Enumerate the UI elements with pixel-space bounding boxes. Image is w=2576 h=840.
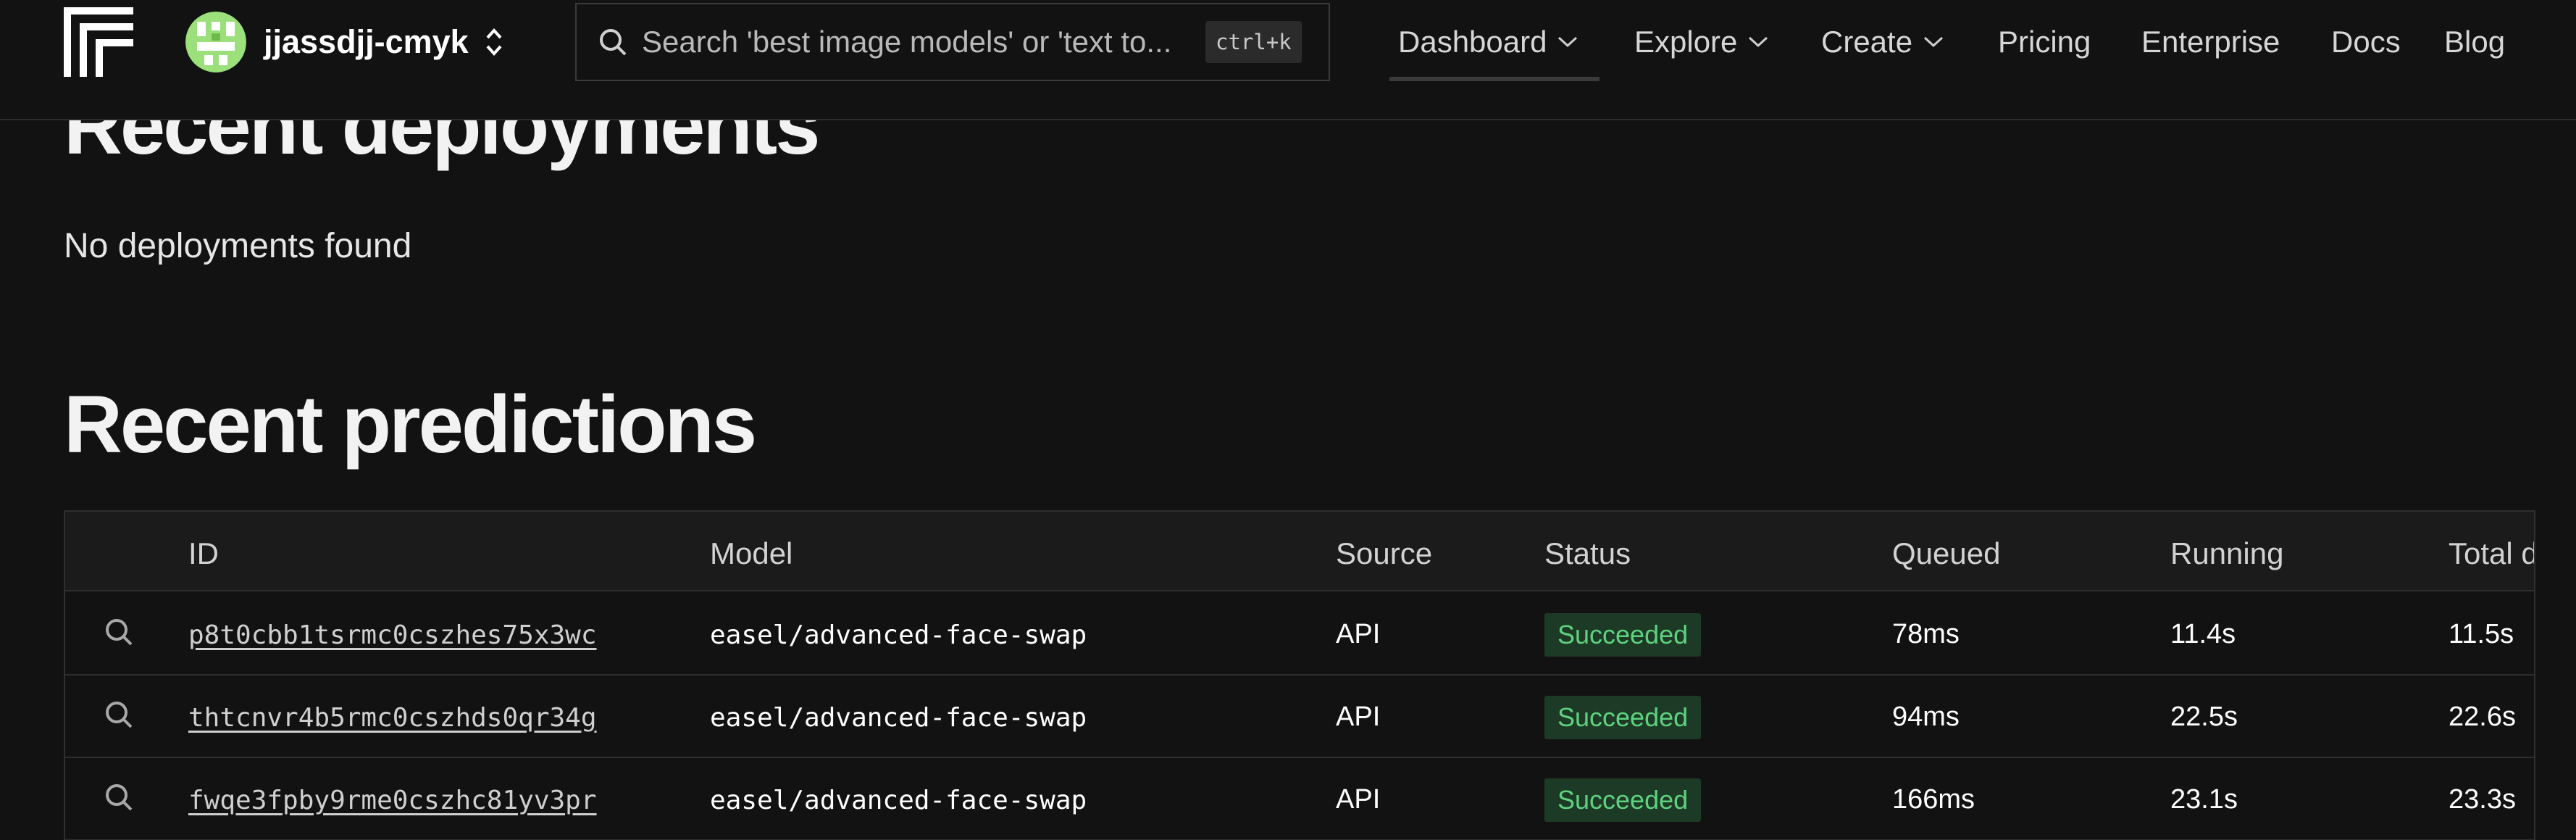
nav-pricing[interactable]: Pricing <box>1998 0 2091 84</box>
nav-create[interactable]: Create <box>1821 0 1944 84</box>
prediction-total: 11.5s <box>2449 619 2514 649</box>
top-navigation-bar: jjassdjj-cmyk ctrl+k Dashboard Explore C… <box>0 0 2576 120</box>
search-box[interactable]: ctrl+k <box>575 3 1330 81</box>
column-header-source[interactable]: Source <box>1336 536 1432 571</box>
nav-dashboard[interactable]: Dashboard <box>1398 0 1578 84</box>
prediction-model: easel/advanced-face-swap <box>710 620 1087 650</box>
table-header: ID Model Source Status Queued Running To… <box>65 512 2534 591</box>
account-name: jjassdjj-cmyk <box>264 23 469 60</box>
chevron-down-icon <box>1924 36 1944 48</box>
prediction-running: 11.4s <box>2170 619 2236 649</box>
status-badge: Succeeded <box>1544 778 1702 822</box>
prediction-source: API <box>1336 619 1381 649</box>
prediction-model: easel/advanced-face-swap <box>710 786 1087 815</box>
chevron-down-icon <box>1749 36 1768 48</box>
column-header-status[interactable]: Status <box>1544 536 1631 571</box>
status-badge: Succeeded <box>1544 613 1702 657</box>
column-header-total[interactable]: Total d <box>2449 536 2534 571</box>
prediction-total: 22.6s <box>2449 702 2516 732</box>
deployments-empty-message: No deployments found <box>64 227 412 265</box>
recent-predictions-heading: Recent predictions <box>64 379 757 470</box>
nav-blog[interactable]: Blog <box>2444 0 2505 84</box>
column-header-id[interactable]: ID <box>188 536 219 571</box>
chevron-up-down-icon <box>486 28 502 56</box>
prediction-id-link[interactable]: fwqe3fpby9rme0cszhc81yv3pr <box>188 786 597 815</box>
prediction-running: 22.5s <box>2170 702 2238 732</box>
table-row[interactable]: p8t0cbb1tsrmc0cszhes75x3wc easel/advance… <box>65 593 2534 675</box>
table-row[interactable]: fwqe3fpby9rme0cszhc81yv3pr easel/advance… <box>65 758 2534 840</box>
prediction-total: 23.3s <box>2449 784 2516 815</box>
active-nav-indicator <box>1389 77 1599 81</box>
prediction-queued: 94ms <box>1892 702 1960 732</box>
column-header-queued[interactable]: Queued <box>1892 536 2000 571</box>
nav-explore[interactable]: Explore <box>1634 0 1769 84</box>
nav-docs[interactable]: Docs <box>2331 0 2401 84</box>
nav-explore-label: Explore <box>1634 25 1738 59</box>
prediction-id-link[interactable]: p8t0cbb1tsrmc0cszhes75x3wc <box>188 620 597 650</box>
search-icon[interactable] <box>103 699 135 731</box>
column-header-model[interactable]: Model <box>710 536 793 571</box>
prediction-id-link[interactable]: thtcnvr4b5rmc0cszhds0qr34g <box>188 703 597 733</box>
nav-create-label: Create <box>1821 25 1913 59</box>
prediction-queued: 166ms <box>1892 784 1975 815</box>
account-switcher[interactable]: jjassdjj-cmyk <box>185 12 505 72</box>
prediction-running: 23.1s <box>2170 784 2238 815</box>
search-icon[interactable] <box>103 781 135 813</box>
status-badge: Succeeded <box>1544 696 1702 739</box>
chevron-down-icon <box>1558 36 1578 48</box>
search-icon[interactable] <box>103 616 135 648</box>
table-row[interactable]: thtcnvr4b5rmc0cszhds0qr34g easel/advance… <box>65 675 2534 758</box>
predictions-table: ID Model Source Status Queued Running To… <box>64 510 2535 840</box>
search-icon <box>600 29 627 56</box>
search-input[interactable] <box>642 25 1200 59</box>
column-header-running[interactable]: Running <box>2170 536 2283 571</box>
nav-enterprise[interactable]: Enterprise <box>2141 0 2280 84</box>
nav-dashboard-label: Dashboard <box>1398 25 1547 59</box>
search-shortcut-hint: ctrl+k <box>1205 21 1302 63</box>
prediction-source: API <box>1336 702 1381 732</box>
prediction-queued: 78ms <box>1892 619 1960 649</box>
prediction-source: API <box>1336 784 1381 815</box>
replicate-logo[interactable] <box>64 7 133 77</box>
prediction-model: easel/advanced-face-swap <box>710 703 1087 733</box>
avatar <box>185 12 246 72</box>
